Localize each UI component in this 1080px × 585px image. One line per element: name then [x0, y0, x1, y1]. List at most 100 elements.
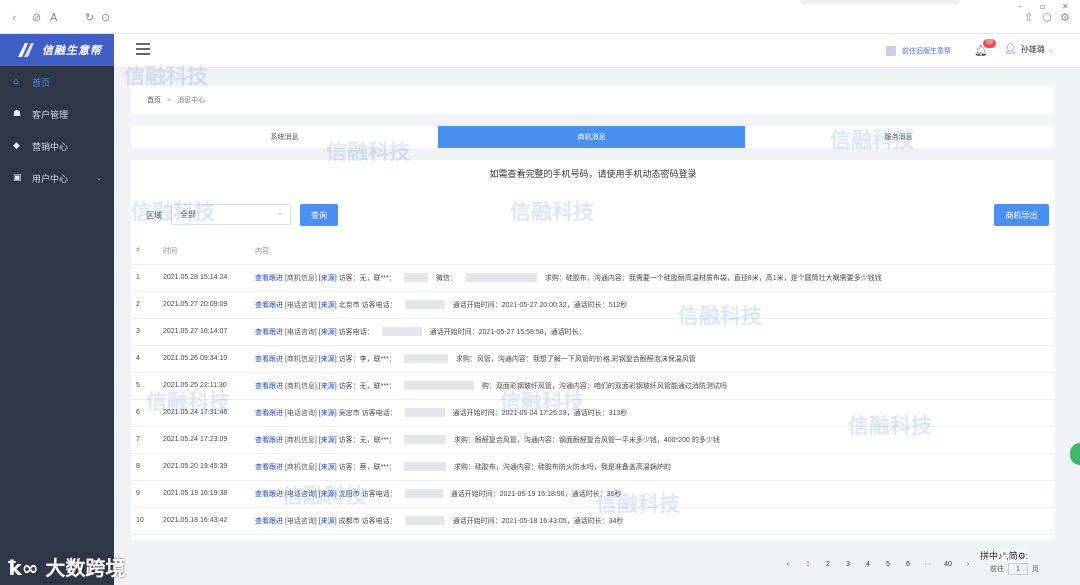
masked-contact — [404, 408, 445, 418]
ime-toolbar[interactable]: 拼中♪°,简⚙: — [978, 549, 1031, 562]
logo-mark-icon — [18, 43, 34, 57]
menu-toggle-icon[interactable] — [136, 43, 150, 55]
query-button[interactable]: 查询 — [300, 204, 338, 226]
source-link[interactable]: [来源] — [319, 491, 337, 498]
row-index: 5 — [131, 372, 158, 400]
user-menu[interactable]: 👤︎ 孙雄璐 ⌄ — [1004, 44, 1054, 55]
table-row: 3 2021.05.27 16:14:07 查看跟进 [电话咨询] [来源] 访客电… — [131, 318, 1055, 346]
source-link[interactable]: [来源] — [319, 518, 337, 525]
row-index: 9 — [131, 480, 158, 508]
page-button[interactable]: ··· — [918, 561, 938, 568]
source-link[interactable]: [来源] — [319, 437, 337, 444]
prev-page-button[interactable]: ‹ — [778, 561, 798, 568]
page-button[interactable]: 1 — [798, 561, 818, 568]
chevron-down-icon: ⌄ — [96, 174, 102, 182]
row-time: 2021.05.24 17:31:46 — [158, 399, 250, 427]
sidebar-item-label: 首页 — [32, 77, 51, 88]
next-page-button[interactable]: › — [958, 561, 978, 568]
row-detail: 通话开始时间：2021-05-27 20:00:32，通话时长：512秒 — [452, 301, 628, 309]
share-icon[interactable]: ⇧ — [1024, 11, 1033, 24]
row-tag: [电话咨询] — [284, 328, 317, 336]
source-link[interactable]: [来源] — [319, 383, 337, 390]
col-content: 内容 — [250, 238, 1055, 265]
sidebar-item-customers[interactable]: ☗ 客户管理 — [0, 98, 114, 130]
table-row: 10 2021.05.18 16:43:42 查看跟进 [电话咨询] [来源] 成都… — [131, 507, 1055, 535]
view-followup-link[interactable]: 查看跟进 — [255, 437, 283, 444]
cube-icon[interactable]: ⬡ — [1042, 11, 1052, 24]
old-version-link[interactable]: 前往旧版生意帮 — [886, 46, 951, 56]
row-visitor: 访客：无，联***： — [338, 382, 396, 390]
row-content: 查看跟进 [电话咨询] [来源] 北京市 访客电话： 通话开始时间：2021-05… — [250, 291, 1055, 319]
message-table: # 时间 内容 1 2021.05.28 15:14:24 查看跟进 [商机信息] … — [131, 238, 1055, 535]
breadcrumb-home[interactable]: 首页 — [147, 95, 161, 105]
sidebar-item-home[interactable]: ⌂ 首页 — [0, 66, 114, 98]
source-link[interactable]: [来源] — [319, 356, 337, 363]
compass-icon[interactable]: ⊙ — [101, 11, 110, 24]
source-link[interactable]: [来源] — [319, 275, 337, 282]
row-tag: [商机信息] — [284, 436, 317, 444]
brand-watermark: ꝁ∞ 大数跨境 — [8, 552, 125, 581]
back-icon[interactable]: ‹ — [12, 11, 16, 24]
breadcrumb-separator: > — [167, 96, 172, 104]
view-followup-link[interactable]: 查看跟进 — [255, 383, 283, 390]
view-followup-link[interactable]: 查看跟进 — [255, 491, 283, 498]
link-icon[interactable]: ⊘ — [32, 11, 41, 24]
tab-business-messages[interactable]: 商机消息 — [438, 126, 745, 148]
view-followup-link[interactable]: 查看跟进 — [255, 302, 283, 309]
font-icon[interactable]: A — [50, 11, 58, 24]
goto-page-input[interactable]: 1 — [1008, 563, 1028, 575]
view-followup-link[interactable]: 查看跟进 — [255, 329, 283, 336]
row-index: 7 — [131, 426, 158, 454]
goto-label: 前往 — [990, 566, 1004, 573]
page-button[interactable]: 3 — [838, 561, 858, 568]
tab-service-messages[interactable]: 服务消息 — [745, 126, 1052, 148]
refresh-icon[interactable]: ↻ — [85, 11, 94, 24]
settings-icon[interactable]: ⚙ — [1060, 11, 1070, 24]
notification-badge: 99 — [983, 39, 996, 48]
breadcrumb: 首页 > 消息中心 — [131, 86, 1055, 114]
sidebar-item-marketing[interactable]: ◆ 营销中心 — [0, 130, 114, 162]
row-time: 2021.05.27 16:14:07 — [158, 318, 250, 346]
minimize-icon[interactable]: – — [1018, 2, 1022, 11]
row-content: 查看跟进 [电话咨询] [来源] 吴忠市 访客电话： 通话开始时间：2021-05… — [250, 399, 1055, 427]
phone-notice: 如需查看完整的手机号码，请使用手机动态密码登录 — [489, 169, 697, 179]
source-link[interactable]: [来源] — [319, 302, 337, 309]
row-detail: 求购：硅胶布，沟通内容：硅胶布防火防水吗，我是准备盖高温锅炉的 — [453, 463, 671, 471]
source-link[interactable]: [来源] — [319, 464, 337, 471]
page-button[interactable]: 4 — [858, 561, 878, 568]
tab-system-messages[interactable]: 系统消息 — [131, 126, 438, 148]
masked-contact — [464, 273, 537, 283]
maximize-icon[interactable]: ▫ — [1040, 2, 1045, 11]
row-detail: 求购：风管，沟通内容：我想了解一下风管的价格,彩钢复合酚醛泡沫保温风管 — [455, 355, 696, 363]
page-button[interactable]: 6 — [898, 561, 918, 568]
row-content: 查看跟进 [商机信息] [来源] 访客：无，联***： 购：双面彩钢玻纤风管，沟通… — [250, 372, 1055, 400]
brand-logo-icon: ꝁ∞ — [8, 556, 39, 580]
view-followup-link[interactable]: 查看跟进 — [255, 356, 283, 363]
page-button[interactable]: 5 — [878, 561, 898, 568]
row-time: 2021.05.18 16:43:42 — [158, 507, 250, 535]
region-select-value: 全部 — [180, 210, 196, 219]
floating-chat-button[interactable] — [1070, 443, 1080, 465]
row-index: 1 — [131, 264, 158, 292]
top-header: 前往旧版生意帮 🔔︎ 99 👤︎ 孙雄璐 ⌄ — [114, 34, 1080, 68]
chevron-down-icon: ⌄ — [1047, 45, 1054, 54]
close-icon[interactable]: ✕ — [1062, 2, 1069, 11]
page-button[interactable]: 40 — [938, 561, 958, 568]
sidebar-item-label: 用户中心 — [32, 173, 69, 184]
masked-contact — [403, 381, 474, 391]
view-followup-link[interactable]: 查看跟进 — [255, 410, 283, 417]
row-time: 2021.05.24 17:23:09 — [158, 426, 250, 454]
users-icon: ☗ — [13, 109, 22, 119]
view-followup-link[interactable]: 查看跟进 — [255, 275, 283, 282]
sidebar-item-user-center[interactable]: ▣ 用户中心 ⌄ — [0, 162, 114, 194]
source-link[interactable]: [来源] — [319, 410, 337, 417]
logo[interactable]: 信融生意帮 — [0, 34, 114, 66]
region-select[interactable]: 全部 ⌄ — [171, 204, 291, 225]
source-link[interactable]: [来源] — [319, 329, 337, 336]
page-button[interactable]: 2 — [818, 561, 838, 568]
view-followup-link[interactable]: 查看跟进 — [255, 518, 283, 525]
old-version-icon — [886, 46, 896, 56]
view-followup-link[interactable]: 查看跟进 — [255, 464, 283, 471]
row-detail: 通话开始时间：2021-05-19 16:18:56，通话时长：36秒 — [450, 490, 622, 498]
export-button[interactable]: 商机导出 — [994, 204, 1049, 226]
